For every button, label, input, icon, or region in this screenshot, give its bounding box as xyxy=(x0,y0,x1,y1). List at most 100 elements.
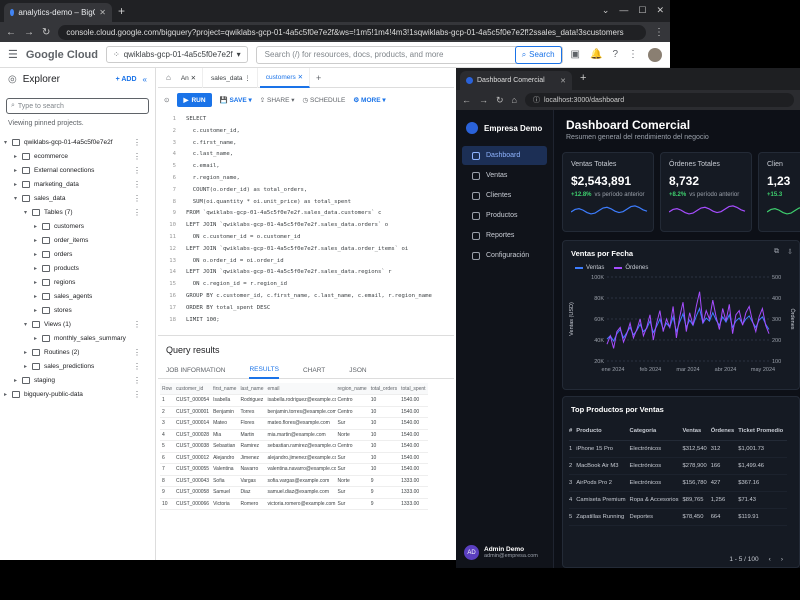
more-vert-icon[interactable]: ⋮ xyxy=(133,376,141,385)
close-window-icon[interactable]: ✕ xyxy=(656,5,664,16)
share-button[interactable]: ⇪ SHARE ▾ xyxy=(260,96,295,104)
table-row[interactable]: 9 CUST_000058 Samuel Diaz samuel.diaz@exampl… xyxy=(160,486,428,499)
tree-item[interactable]: ▸ bigquery-public-data ⋮ xyxy=(0,387,155,401)
column-header[interactable]: customer_id xyxy=(174,383,212,395)
expand-arrow-icon[interactable]: ▾ xyxy=(24,321,32,328)
tree-item[interactable]: ▸ Routines (2) ⋮ xyxy=(0,345,155,359)
chevron-down-icon[interactable]: ⌄ xyxy=(602,5,610,16)
forward-icon[interactable]: → xyxy=(479,95,488,105)
results-tab[interactable]: RESULTS xyxy=(249,363,279,379)
back-icon[interactable]: ← xyxy=(462,95,471,105)
browser-tab-dashboard[interactable]: Dashboard Comercial ✕ xyxy=(460,71,572,90)
expand-arrow-icon[interactable]: ▸ xyxy=(34,279,42,286)
reload-icon[interactable]: ↻ xyxy=(496,95,504,106)
results-tab[interactable]: JSON xyxy=(349,367,366,374)
google-cloud-logo[interactable]: Google Cloud xyxy=(26,49,98,61)
add-tab-icon[interactable]: + xyxy=(316,73,321,83)
expand-arrow-icon[interactable]: ▾ xyxy=(4,139,12,146)
expand-arrow-icon[interactable]: ▸ xyxy=(24,349,32,356)
close-tab-icon[interactable]: ✕ xyxy=(99,8,106,17)
url-field[interactable]: console.cloud.google.com/bigquery?projec… xyxy=(58,24,646,40)
url-field[interactable]: ⓘ localhost:3000/dashboard xyxy=(524,93,794,107)
hamburger-menu-icon[interactable]: ☰ xyxy=(8,48,18,61)
search-button[interactable]: ⌕ Search xyxy=(514,45,562,64)
browser-tab-bigquery[interactable]: analytics-demo – BigQuery – qwikl ✕ xyxy=(4,3,112,22)
tree-item[interactable]: ▸ monthly_sales_summary xyxy=(0,331,155,345)
column-header[interactable]: total_spent xyxy=(399,383,428,395)
tree-item[interactable]: ▸ ecommerce ⋮ xyxy=(0,149,155,163)
table-row[interactable]: 4 CUST_000028 Mia Martin mia.martin@example.… xyxy=(160,429,428,441)
tree-item[interactable]: ▸ sales_predictions ⋮ xyxy=(0,359,155,373)
user-profile[interactable]: AD Admin Demo admin@empresa.com xyxy=(464,545,538,560)
editor-tab[interactable]: sales_data ⋮ xyxy=(205,67,258,88)
column-header[interactable]: last_name xyxy=(238,383,266,395)
project-selector[interactable]: ⁘ qwiklabs-gcp-01-4a5c5f0e7e2f ▾ xyxy=(105,46,248,63)
tree-item[interactable]: ▸ order_items xyxy=(0,233,155,247)
results-tab[interactable]: JOB INFORMATION xyxy=(166,367,225,374)
expand-arrow-icon[interactable]: ▸ xyxy=(34,251,42,258)
sidebar-item[interactable]: Clientes xyxy=(462,186,547,205)
reload-icon[interactable]: ↻ xyxy=(42,27,50,38)
editor-tab[interactable]: An ✕ xyxy=(175,67,204,88)
tree-item[interactable]: ▾ Tables (7) ⋮ xyxy=(0,205,155,219)
sql-editor[interactable]: 1 SELECT 2 c.customer_id, 3 c.first_name, 4 … xyxy=(158,112,454,327)
more-vert-icon[interactable]: ⋮ xyxy=(133,320,141,329)
tree-item[interactable]: ▸ customers xyxy=(0,219,155,233)
tree-item[interactable]: ▾ qwiklabs-gcp-01-4a5c5f0e7e2f ⋮ xyxy=(0,135,155,149)
close-tab-icon[interactable]: ✕ xyxy=(560,77,566,85)
table-row[interactable]: 5 Zapatillas Running Deportes $78,450 664 $11… xyxy=(569,508,788,526)
column-header[interactable]: Row xyxy=(160,383,175,395)
maximize-icon[interactable]: ☐ xyxy=(638,5,646,16)
expand-arrow-icon[interactable]: ▾ xyxy=(24,209,32,216)
tree-item[interactable]: ▾ Views (1) ⋮ xyxy=(0,317,155,331)
sidebar-item[interactable]: Ventas xyxy=(462,166,547,185)
expand-arrow-icon[interactable]: ▸ xyxy=(24,363,32,370)
sidebar-item[interactable]: Reportes xyxy=(462,226,547,245)
expand-arrow-icon[interactable]: ▸ xyxy=(14,181,22,188)
sidebar-item[interactable]: Dashboard xyxy=(462,146,547,165)
new-tab-icon[interactable]: + xyxy=(580,72,586,84)
tree-item[interactable]: ▸ staging ⋮ xyxy=(0,373,155,387)
more-vert-icon[interactable]: ⋮ xyxy=(133,152,141,161)
collapse-icon[interactable]: « xyxy=(143,75,147,84)
expand-arrow-icon[interactable]: ▸ xyxy=(34,265,42,272)
column-header[interactable]: total_orders xyxy=(368,383,400,395)
table-row[interactable]: 3 CUST_000014 Mateo Flores mateo.flores@exam… xyxy=(160,417,428,430)
add-button[interactable]: + ADD xyxy=(116,76,137,83)
gcp-search-input[interactable]: Search (/) for resources, docs, products… xyxy=(255,45,563,64)
tree-item[interactable]: ▸ orders xyxy=(0,247,155,261)
table-row[interactable]: 1 CUST_000054 Isabella Rodriguez isabella.ro… xyxy=(160,394,428,407)
table-row[interactable]: 1 iPhone 15 Pro Electrónicos $312,540 312 $1,… xyxy=(569,440,788,458)
table-row[interactable]: 5 CUST_000038 Sebastian Ramirez sebastian.ra… xyxy=(160,440,428,453)
forward-icon[interactable]: → xyxy=(24,27,34,38)
new-tab-icon[interactable]: + xyxy=(118,5,125,17)
explorer-search-input[interactable]: ⌕ Type to search xyxy=(6,98,149,114)
home-icon[interactable]: ⌂ xyxy=(166,73,171,82)
home-icon[interactable]: ⌂ xyxy=(512,95,517,105)
expand-arrow-icon[interactable]: ▸ xyxy=(14,167,22,174)
expand-arrow-icon[interactable]: ▸ xyxy=(34,307,42,314)
more-vert-icon[interactable]: ⋮ xyxy=(628,49,638,60)
more-vert-icon[interactable]: ⋮ xyxy=(654,27,664,38)
more-vert-icon[interactable]: ⋮ xyxy=(133,362,141,371)
more-vert-icon[interactable]: ⋮ xyxy=(133,390,141,399)
expand-arrow-icon[interactable]: ▸ xyxy=(34,237,42,244)
table-row[interactable]: 7 CUST_000055 Valentina Navarro valentina.na… xyxy=(160,463,428,476)
tree-item[interactable]: ▸ stores xyxy=(0,303,155,317)
expand-arrow-icon[interactable]: ▸ xyxy=(14,153,22,160)
back-icon[interactable]: ← xyxy=(6,27,16,38)
results-tab[interactable]: CHART xyxy=(303,367,325,374)
download-icon[interactable]: ⇩ xyxy=(787,248,793,256)
table-row[interactable]: 10 CUST_000066 Victoria Romero victoria.rome… xyxy=(160,498,428,510)
run-button[interactable]: ▶ RUN xyxy=(177,93,212,107)
column-header[interactable]: region_name xyxy=(335,383,369,395)
more-vert-icon[interactable]: ⋮ xyxy=(133,348,141,357)
expand-arrow-icon[interactable]: ▾ xyxy=(14,195,22,202)
table-row[interactable]: 6 CUST_000012 Alejandro Jimenez alejandro.ji… xyxy=(160,452,428,464)
table-row[interactable]: 2 CUST_000001 Benjamin Torres benjamin.torre… xyxy=(160,406,428,418)
editor-tab[interactable]: customers ✕ xyxy=(259,67,311,88)
minimize-icon[interactable]: — xyxy=(619,5,628,16)
tree-item[interactable]: ▸ External connections ⋮ xyxy=(0,163,155,177)
table-row[interactable]: 8 CUST_000043 Sofia Vargas sofia.vargas@exam… xyxy=(160,475,428,487)
cloud-shell-icon[interactable]: ▣ xyxy=(571,49,580,60)
